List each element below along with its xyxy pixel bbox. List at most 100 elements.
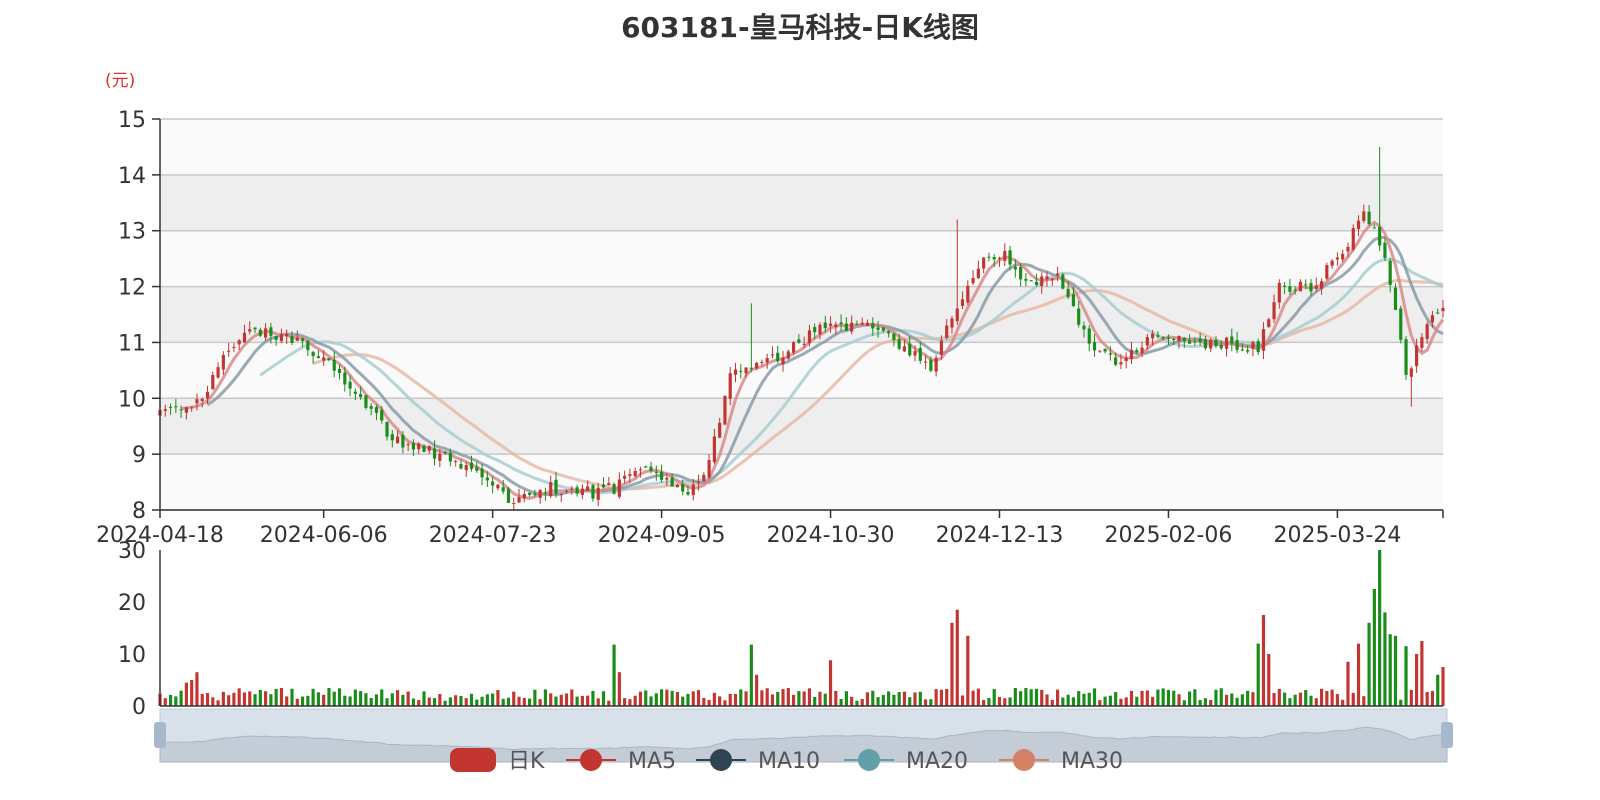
volume-bar <box>1124 697 1128 706</box>
candle-body <box>1034 281 1039 285</box>
volume-bar <box>807 688 812 706</box>
candle-body <box>269 327 273 336</box>
candle-body <box>1415 345 1419 367</box>
candle-body <box>839 322 843 325</box>
volume-bar <box>955 609 959 706</box>
candle-body <box>765 358 769 363</box>
candle-body <box>1404 339 1408 375</box>
slider-handle[interactable] <box>154 722 166 748</box>
candle-body <box>279 334 284 342</box>
candle-body <box>718 422 722 438</box>
volume-bar <box>1399 699 1403 706</box>
volume-bar <box>1103 696 1107 706</box>
candle-body <box>707 460 711 478</box>
volume-bar <box>327 688 331 706</box>
volume-bar <box>179 690 183 706</box>
date-tick-label: 2024-04-18 <box>96 523 224 548</box>
candle-body <box>1224 337 1229 349</box>
candle-body <box>491 481 495 486</box>
candle-body <box>739 370 743 372</box>
date-tick-label: 2024-09-05 <box>598 523 726 548</box>
candle-body <box>644 466 648 468</box>
price-tick-label: 10 <box>118 387 146 412</box>
volume-bar <box>306 695 310 706</box>
candle-body <box>1013 266 1017 270</box>
candle-body <box>1182 337 1186 342</box>
volume-bar <box>343 695 347 706</box>
candle <box>1351 224 1355 252</box>
volume-bar <box>923 699 928 706</box>
candle-body <box>1261 329 1266 351</box>
candle-body <box>343 372 347 385</box>
legend-item[interactable]: MA30 <box>999 749 1123 774</box>
price-band <box>160 398 1443 455</box>
volume-bar <box>269 694 273 706</box>
volume-bar <box>1261 615 1266 706</box>
volume-bar <box>617 672 621 706</box>
volume-bar <box>195 672 199 706</box>
candle-body <box>174 406 178 408</box>
candle-body <box>195 399 199 404</box>
volume-bar <box>1230 693 1234 706</box>
candle-body <box>649 466 653 471</box>
candle-body <box>163 409 167 411</box>
volume-bar <box>802 691 806 706</box>
volume-bar <box>723 700 727 706</box>
price-band <box>160 230 1443 287</box>
candle-body <box>248 329 252 332</box>
candle-body <box>438 453 442 461</box>
legend-item[interactable]: MA10 <box>696 749 820 774</box>
candle-body <box>533 493 537 495</box>
candle-body <box>1087 328 1091 344</box>
volume-bar <box>681 696 685 706</box>
candle-body <box>485 477 489 481</box>
volume-bar <box>702 697 706 706</box>
candle-body <box>1251 341 1255 349</box>
candle-body <box>322 357 326 361</box>
date-tick-label: 2024-10-30 <box>767 523 895 548</box>
candle-body <box>205 391 210 399</box>
candle-body <box>612 484 616 494</box>
candle-body <box>654 471 658 473</box>
volume-bar <box>1119 698 1123 706</box>
volume-bar <box>1293 694 1297 706</box>
candle-body <box>549 482 553 497</box>
volume-bar <box>1288 698 1292 706</box>
volume-bar <box>1383 612 1387 706</box>
volume-bar <box>1235 697 1239 706</box>
volume-bar <box>644 690 648 706</box>
volume-bar <box>929 699 933 706</box>
slider-handle[interactable] <box>1441 722 1453 748</box>
candle-body <box>337 368 342 374</box>
volume-bar <box>332 691 336 706</box>
volume-bar <box>1187 691 1192 706</box>
legend-marker <box>858 749 880 771</box>
candle-body <box>443 452 447 454</box>
volume-bar <box>295 698 299 706</box>
candle-body <box>512 503 516 505</box>
price-band <box>160 174 1443 231</box>
candle-body <box>1045 276 1049 280</box>
candle-body <box>918 348 922 361</box>
volume-bar <box>184 682 188 706</box>
volume-bar <box>1098 700 1102 706</box>
candle-body <box>1240 349 1244 351</box>
volume-bar <box>813 697 817 706</box>
candle-body <box>971 277 975 284</box>
volume-bar <box>1008 697 1012 706</box>
candle-body <box>691 484 695 496</box>
candle-body <box>1071 294 1075 306</box>
volume-bar <box>311 688 315 706</box>
candle-body <box>1309 283 1313 292</box>
candle-body <box>564 490 569 492</box>
candle-body <box>390 434 394 441</box>
volume-bar <box>1298 692 1303 706</box>
candle-body <box>253 327 257 330</box>
candle-body <box>876 327 880 330</box>
candle-body <box>464 465 468 471</box>
volume-bar <box>982 699 986 706</box>
candle-body <box>1277 282 1281 303</box>
legend-item[interactable]: MA20 <box>844 749 968 774</box>
candle-body <box>1193 341 1197 343</box>
volume-bar <box>1409 689 1413 706</box>
